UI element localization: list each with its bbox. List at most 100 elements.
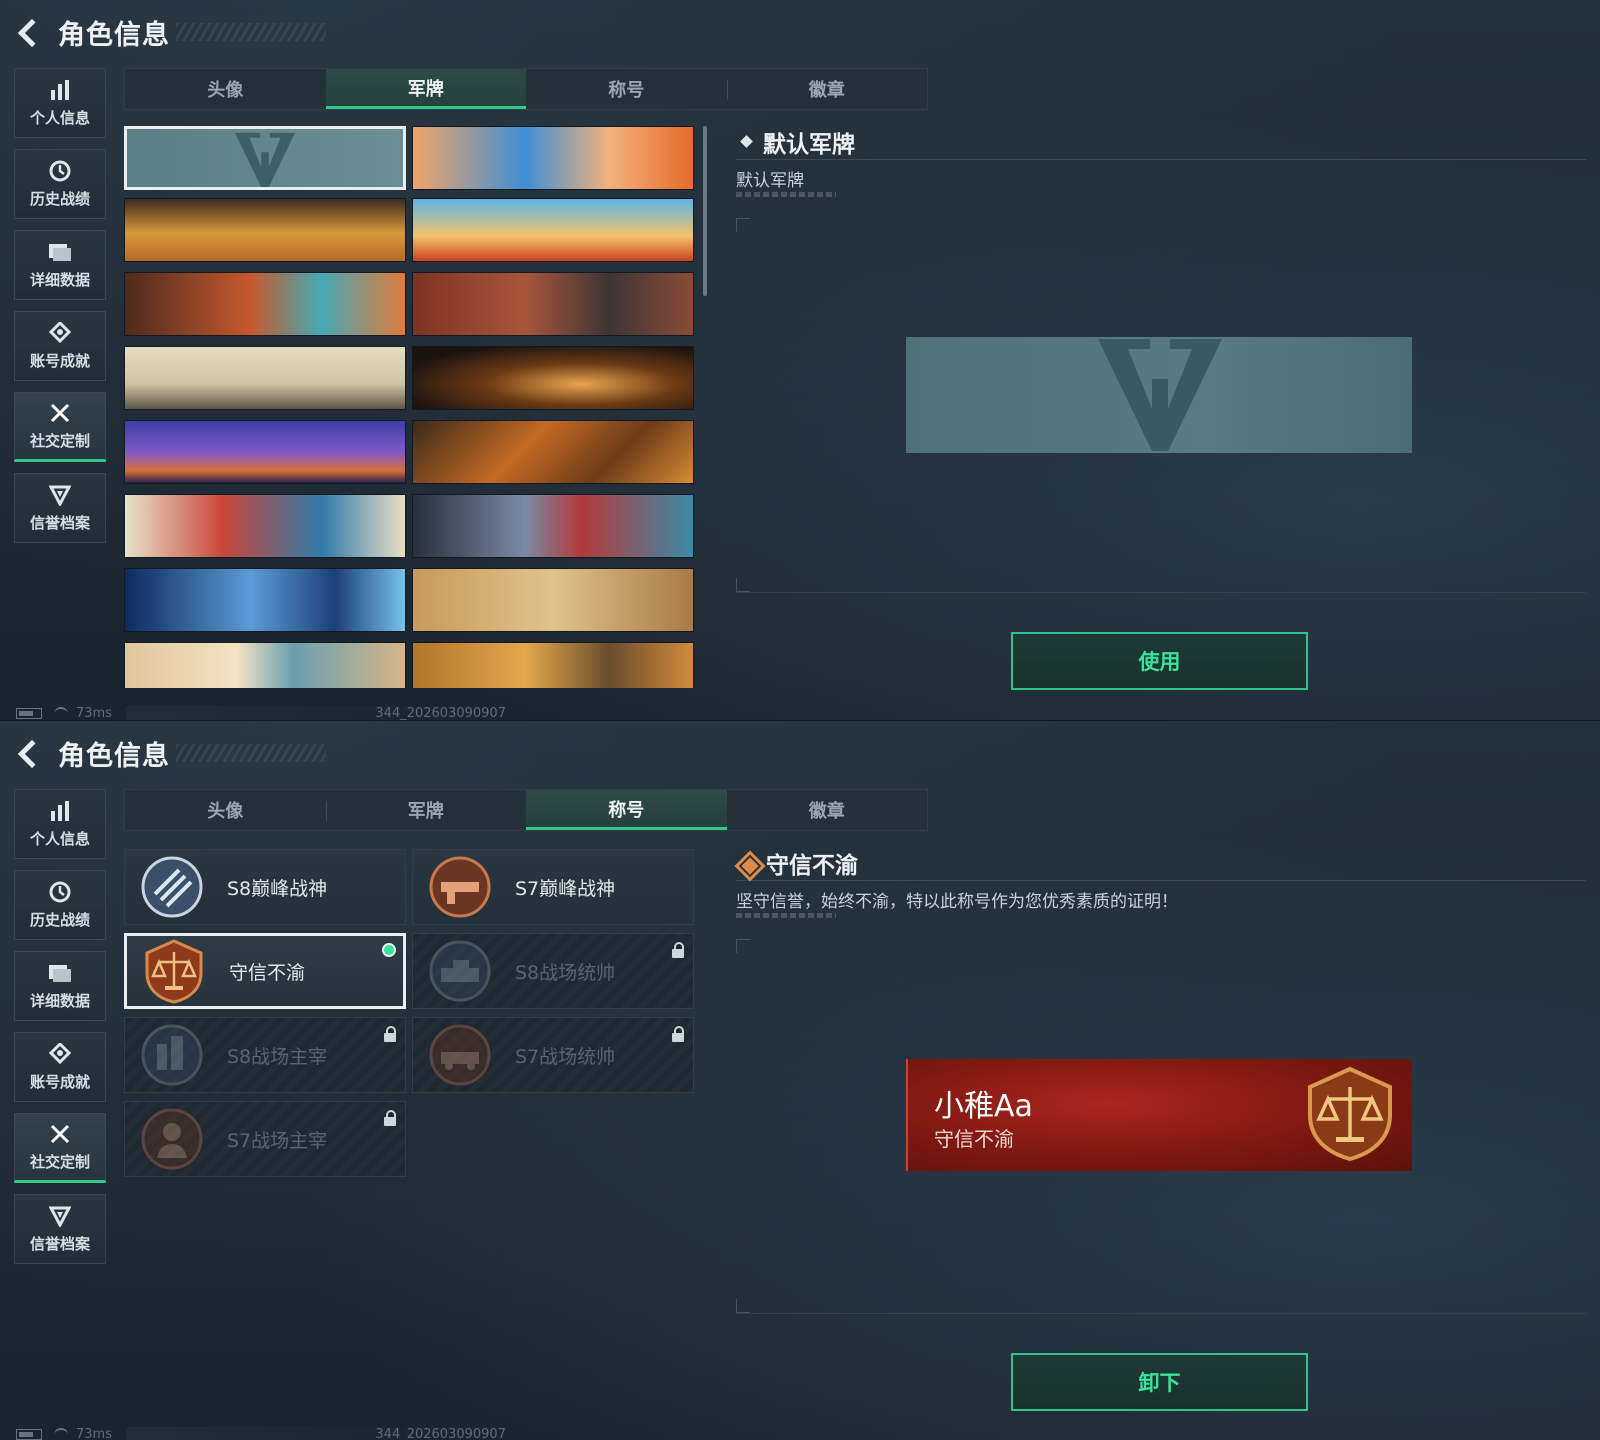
sidebar-item-details[interactable]: 详细数据 [14,230,106,300]
title-name: S7战场主宰 [227,1129,328,1152]
sidebar-item-credit[interactable]: 信誉档案 [14,1194,106,1264]
banner-item[interactable] [412,126,694,190]
battery-icon [16,1428,42,1440]
title-item[interactable]: S7战场主宰 [124,1101,406,1177]
sidebar-item-label: 社交定制 [29,1152,90,1171]
vehicle-icon [429,1024,491,1086]
sidebar-item-label: 历史战绩 [29,910,90,929]
lock-icon [671,1026,685,1042]
banner-item[interactable] [412,568,694,632]
title-name: 守信不渝 [229,961,306,984]
banner-item[interactable] [412,272,694,336]
banner-item[interactable] [124,494,406,558]
title-item[interactable]: S8巅峰战神 [124,849,406,925]
back-arrow-icon[interactable] [14,17,44,47]
title-name: S8战场主宰 [227,1045,328,1068]
tools-icon [48,402,72,424]
back-arrow-icon[interactable] [14,738,44,768]
banner-default[interactable] [124,126,406,190]
achievement-icon [48,321,72,344]
sidebar-item-label: 详细数据 [29,991,90,1010]
sidebar-item-history[interactable]: 历史战绩 [14,149,106,219]
header: 角色信息 [14,14,326,51]
banner-item[interactable] [124,568,406,632]
tab-avatar[interactable]: 头像 [125,69,326,109]
description-decoration [736,913,836,918]
shield-icon [48,1205,72,1227]
tab-title[interactable]: 称号 [526,790,727,830]
tab-bar: 头像 军牌 称号 徽章 [124,68,928,110]
sidebar-item-achievements[interactable]: 账号成就 [14,311,106,381]
tab-avatar[interactable]: 头像 [125,790,326,830]
selected-badge-name: 默认军牌 [763,131,855,158]
frame-corner [736,939,750,953]
banner-scrollbar[interactable] [703,126,707,296]
ping-value: 73ms [76,1426,112,1440]
sidebar-item-label: 信誉档案 [29,513,90,532]
banner-item[interactable] [412,420,694,484]
title-panel: 角色信息 个人信息 历史战绩 详细数据 账号成就 社交定制 信誉档案 头像 军牌… [0,720,1600,1440]
title-name: S8战场统帅 [515,961,616,984]
page-title: 角色信息 [58,19,170,51]
banner-item[interactable] [412,642,694,688]
banner-item[interactable] [124,346,406,410]
build-id: 344_202603090907 [125,705,506,720]
title-item[interactable]: S8战场主宰 [124,1017,406,1093]
frame-corner [736,1299,750,1313]
tab-badge[interactable]: 军牌 [325,69,526,109]
sidebar-item-profile[interactable]: 个人信息 [14,789,106,859]
frame-divider [736,1313,1586,1314]
selected-title-description: 坚守信誉，始终不渝，特以此称号作为您优秀素质的证明！ [736,892,1178,912]
sidebar-item-social[interactable]: 社交定制 [14,1113,106,1183]
selected-badge-description: 默认军牌 [736,171,804,191]
use-button[interactable]: 使用 [1011,632,1308,690]
banner-grid [124,126,694,688]
rank-diamond-icon [736,852,758,874]
banner-item[interactable] [124,198,406,262]
title-name: S7战场统帅 [515,1045,616,1068]
tank-icon [429,940,491,1002]
status-bar: 73ms 344_202603090907 [16,704,506,720]
banner-item[interactable] [124,420,406,484]
history-icon [48,160,72,182]
title-decoration [176,744,326,762]
detail-header: 默认军牌 [736,124,1586,160]
title-item[interactable]: S7战场统帅 [412,1017,694,1093]
lock-icon [383,1110,397,1126]
sidebar-item-social[interactable]: 社交定制 [14,392,106,462]
wifi-icon [54,1428,68,1440]
title-item[interactable]: S7巅峰战神 [412,849,694,925]
title-item[interactable]: 守信不渝 [124,933,406,1009]
badge-preview [906,337,1412,453]
title-item[interactable]: S8战场统帅 [412,933,694,1009]
banner-item[interactable] [412,346,694,410]
sidebar-item-label: 详细数据 [29,270,90,289]
unequip-button[interactable]: 卸下 [1011,1353,1308,1411]
sidebar-item-label: 个人信息 [29,829,90,848]
banner-item[interactable] [124,272,406,336]
tab-title[interactable]: 称号 [526,69,727,109]
folder-icon [48,962,72,984]
scales-icon [145,939,203,1004]
tab-medal[interactable]: 徽章 [727,790,928,830]
title-name: S8巅峰战神 [227,877,328,900]
status-bar: 73ms 344_202603090907 [16,1425,506,1440]
bar-chart-icon [48,79,72,101]
banner-item[interactable] [412,494,694,558]
sidebar-item-label: 账号成就 [29,351,90,370]
sidebar-item-history[interactable]: 历史战绩 [14,870,106,940]
tab-medal[interactable]: 徽章 [726,69,928,109]
banner-item[interactable] [412,198,694,262]
selected-title-name: 守信不渝 [766,852,858,879]
sidebar-item-details[interactable]: 详细数据 [14,951,106,1021]
tab-badge[interactable]: 军牌 [325,790,527,830]
sidebar-item-achievements[interactable]: 账号成就 [14,1032,106,1102]
title-card-preview: 小稚Aa 守信不渝 [906,1059,1412,1171]
sidebar-item-label: 信誉档案 [29,1234,90,1253]
scales-emblem-icon [1308,1066,1392,1162]
sidebar-item-profile[interactable]: 个人信息 [14,68,106,138]
banner-item[interactable] [124,642,406,688]
city-icon [141,1024,203,1086]
sidebar: 个人信息 历史战绩 详细数据 账号成就 社交定制 信誉档案 [14,68,106,554]
sidebar-item-credit[interactable]: 信誉档案 [14,473,106,543]
